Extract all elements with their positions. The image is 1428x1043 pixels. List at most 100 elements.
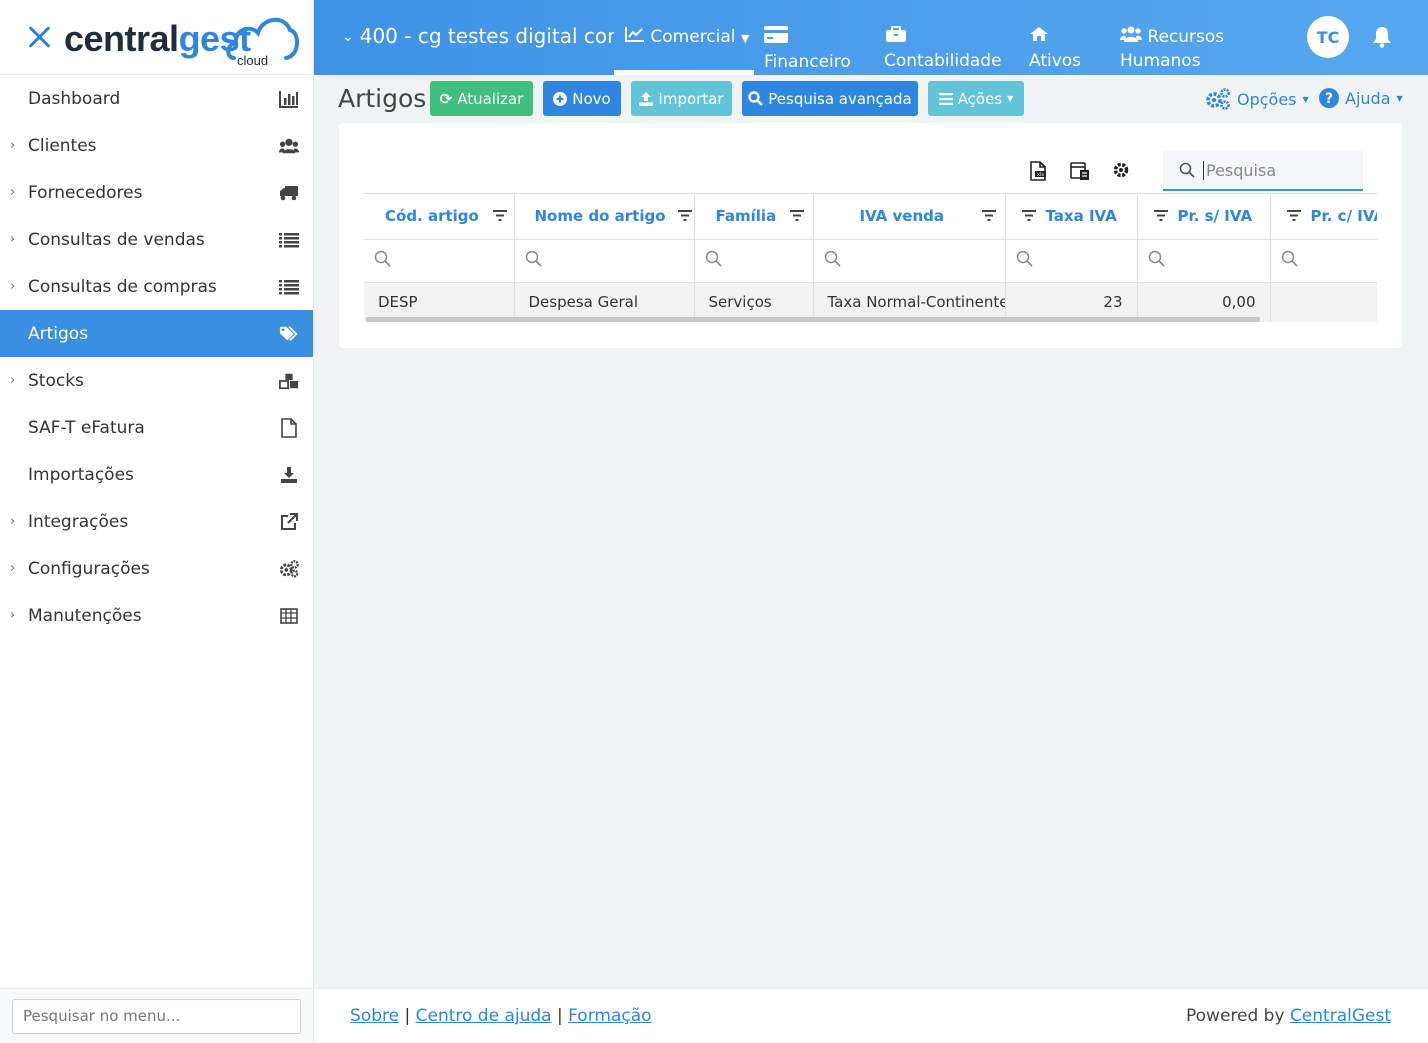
credit-card-icon [764,26,788,43]
sidebar-item-clientes[interactable]: › Clientes [0,122,313,169]
company-selector[interactable]: ⌄ 400 - cg testes digital comercial [342,24,614,48]
footer-separator: | [404,1006,411,1026]
filter-icon[interactable] [492,207,507,225]
sidebar-item-fornecedores[interactable]: › Fornecedores [0,169,313,216]
column-filter-input[interactable] [813,239,1006,283]
powered-by-link[interactable]: CentralGest [1290,1006,1391,1026]
filter-icon[interactable] [1153,207,1168,225]
chevron-right-icon: › [10,608,16,623]
cell-cod-artigo: DESP [364,282,515,322]
avatar[interactable]: TC [1307,16,1349,58]
column-filter-input[interactable] [1005,239,1138,283]
sidebar-item-integracoes[interactable]: › Integrações [0,498,313,545]
novo-button[interactable]: Novo [543,81,621,116]
footer-link-centro-ajuda[interactable]: Centro de ajuda [416,1006,552,1026]
column-filter-input[interactable] [1137,239,1271,283]
acoes-label: Ações [957,89,1003,108]
gear-icon[interactable] [1112,161,1130,183]
filter-icon[interactable] [1286,207,1301,225]
ajuda-label: Ajuda [1345,88,1391,108]
filter-icon[interactable] [677,207,692,225]
line-chart-icon [625,27,644,42]
menu-search-input[interactable]: Pesquisar no menu... [12,999,301,1034]
column-filter-input[interactable] [364,239,515,283]
sidebar-item-artigos[interactable]: Artigos [0,310,313,357]
logo[interactable]: centralgest cloud [64,2,299,72]
column-header-pr-s-iva[interactable]: Pr. s/ IVA [1137,194,1271,240]
nav-comercial[interactable]: Comercial ▼ [625,26,749,47]
svg-text:?: ? [1325,91,1333,107]
atualizar-label: Atualizar [457,89,524,108]
sidebar-item-label: Consultas de vendas [28,229,205,250]
sidebar-item-dashboard[interactable]: Dashboard [0,75,313,122]
column-header-cod-artigo[interactable]: Cód. artigo [364,194,515,240]
sidebar-item-label: Fornecedores [28,182,143,203]
cell-familia: Serviços [694,282,814,322]
column-header-taxa-iva[interactable]: Taxa IVA [1005,194,1138,240]
tags-icon [279,324,299,344]
gears-icon [279,559,299,579]
importar-button[interactable]: Importar [631,81,732,116]
search-icon [374,250,391,267]
company-name: 400 - cg testes digital comercial [359,24,614,48]
nav-recursos-humanos[interactable]: Recursos Humanos [1120,26,1224,71]
atualizar-button[interactable]: ⟳ Atualizar [430,81,533,116]
nav-comercial-label: Comercial [650,27,736,47]
sidebar-item-importacoes[interactable]: Importações [0,451,313,498]
sidebar-item-stocks[interactable]: › Stocks [0,357,313,404]
bell-icon[interactable] [1372,26,1392,52]
filter-icon[interactable] [1021,207,1036,225]
column-header-iva-venda[interactable]: IVA venda [813,194,1006,240]
search-icon [748,91,764,106]
users-icon [1120,26,1142,42]
chevron-right-icon: › [10,279,16,294]
chevron-right-icon: › [10,514,16,529]
caret-down-icon: ▼ [740,32,750,45]
nav-financeiro[interactable]: Financeiro [764,26,851,72]
sidebar-item-consultas-vendas[interactable]: › Consultas de vendas [0,216,313,263]
column-filter-input[interactable] [514,239,695,283]
horizontal-scrollbar[interactable] [366,317,1260,322]
column-header-nome-artigo[interactable]: Nome do artigo [514,194,695,240]
footer-separator: | [556,1006,563,1026]
active-nav-indicator [614,70,754,75]
chevron-right-icon: › [10,138,16,153]
sidebar-item-manutencoes[interactable]: › Manutenções [0,592,313,639]
acoes-dropdown-button[interactable]: Ações ▼ [928,81,1024,116]
chevron-right-icon: › [10,232,16,247]
logo-text-a: central [64,18,179,59]
search-icon [705,250,722,267]
sidebar-item-configuracoes[interactable]: › Configurações [0,545,313,592]
column-header-familia[interactable]: Família [694,194,814,240]
close-menu-icon[interactable] [26,24,52,50]
column-header-label: Cód. artigo [385,207,479,226]
refresh-icon: ⟳ [439,89,453,108]
column-filter-input[interactable] [1270,239,1377,283]
users-icon [279,136,299,156]
export-excel-icon[interactable]: xls [1030,161,1048,185]
chevron-down-icon: ⌄ [342,29,354,45]
footer-link-sobre[interactable]: Sobre [350,1006,399,1026]
nav-ativos[interactable]: Ativos [1029,26,1081,71]
sidebar-menu: Dashboard › Clientes › Fornecedores › Co… [0,75,313,639]
sidebar-item-label: Artigos [28,323,89,344]
opcoes-dropdown[interactable]: Opções ▼ [1205,88,1309,110]
filter-icon[interactable] [982,207,996,225]
footer-link-formacao[interactable]: Formação [568,1006,651,1026]
powered-by: Powered by CentralGest [1186,1006,1391,1026]
upload-icon [639,91,654,106]
question-circle-icon: ? [1319,88,1339,108]
column-header-pr-c-iva[interactable]: Pr. c/ IVA [1270,194,1377,240]
table-row[interactable]: DESP Despesa Geral Serviços Taxa Normal-… [364,282,1377,322]
pesquisa-avancada-button[interactable]: Pesquisa avançada [742,81,918,116]
nav-contabilidade[interactable]: Contabilidade [884,26,1002,71]
sidebar-item-consultas-compras[interactable]: › Consultas de compras [0,263,313,310]
nav-rh-label-1: Recursos [1147,27,1225,47]
sidebar-item-saft[interactable]: SAF-T eFatura [0,404,313,451]
column-chooser-icon[interactable] [1070,161,1090,185]
column-filter-input[interactable] [694,239,814,283]
filter-icon[interactable] [790,207,805,225]
grid-search-input[interactable]: Pesquisa [1163,151,1363,191]
grid-filter-row [364,239,1377,283]
ajuda-dropdown[interactable]: ? Ajuda ▼ [1319,88,1403,108]
